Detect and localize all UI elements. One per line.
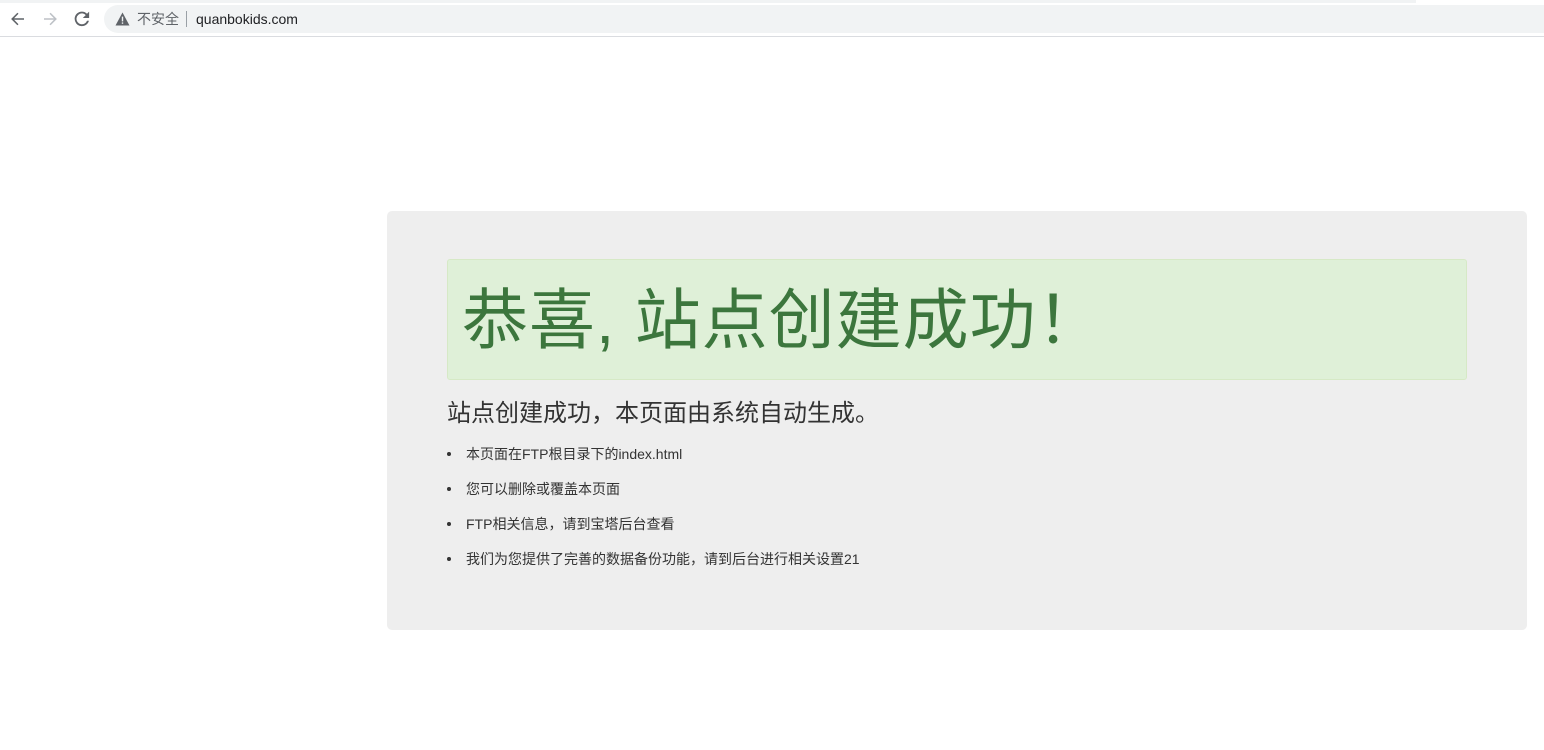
list-item: 您可以删除或覆盖本页面 bbox=[447, 479, 1467, 499]
address-bar[interactable]: 不安全 quanbokids.com bbox=[104, 5, 1544, 33]
omnibox-divider bbox=[186, 11, 187, 27]
reload-icon bbox=[74, 11, 90, 27]
warning-triangle-icon[interactable] bbox=[115, 12, 130, 26]
list-item: FTP相关信息，请到宝塔后台查看 bbox=[447, 514, 1467, 534]
forward-button[interactable] bbox=[38, 7, 62, 31]
info-list: 本页面在FTP根目录下的index.html 您可以删除或覆盖本页面 FTP相关… bbox=[447, 444, 1467, 569]
browser-toolbar: 不安全 quanbokids.com bbox=[0, 0, 1544, 37]
security-label[interactable]: 不安全 bbox=[137, 9, 179, 29]
loading-bar bbox=[0, 0, 1416, 3]
arrow-right-icon bbox=[44, 12, 57, 26]
page-subtitle: 站点创建成功，本页面由系统自动生成。 bbox=[447, 400, 879, 427]
content-panel: 恭喜, 站点创建成功！ 站点创建成功，本页面由系统自动生成。 本页面在FTP根目… bbox=[387, 211, 1527, 630]
back-button[interactable] bbox=[6, 7, 30, 31]
arrow-left-icon bbox=[11, 12, 24, 26]
success-alert: 恭喜, 站点创建成功！ bbox=[447, 259, 1467, 380]
list-item: 本页面在FTP根目录下的index.html bbox=[447, 444, 1467, 464]
page-heading: 恭喜, 站点创建成功！ bbox=[462, 282, 1104, 357]
url-text[interactable]: quanbokids.com bbox=[196, 11, 298, 27]
reload-button[interactable] bbox=[70, 7, 94, 31]
list-item: 我们为您提供了完善的数据备份功能，请到后台进行相关设置21 bbox=[447, 549, 1467, 569]
